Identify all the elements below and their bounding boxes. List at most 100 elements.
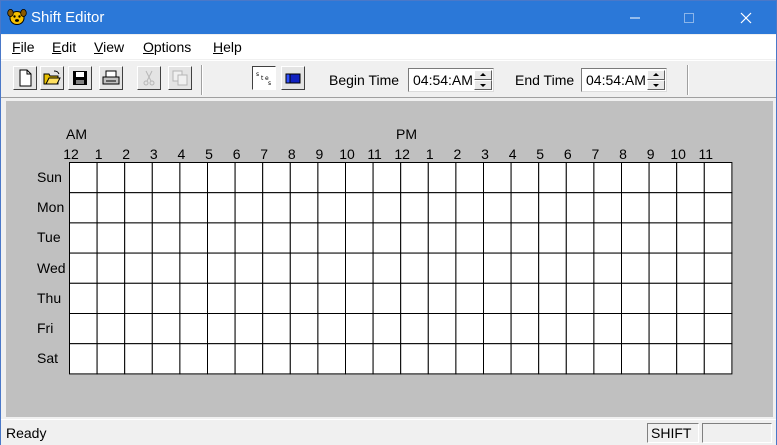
schedule-cell[interactable] [593, 192, 623, 224]
schedule-cell[interactable] [565, 192, 595, 224]
schedule-cell[interactable] [289, 282, 319, 315]
schedule-cell[interactable] [124, 192, 153, 224]
schedule-cell[interactable] [345, 282, 374, 315]
schedule-cell[interactable] [179, 343, 209, 375]
schedule-cell[interactable] [69, 343, 98, 375]
schedule-cell[interactable] [648, 282, 678, 315]
schedule-cell[interactable] [538, 282, 567, 315]
schedule-cell[interactable] [565, 162, 595, 194]
schedule-cell[interactable] [455, 192, 484, 224]
schedule-cell[interactable] [427, 343, 457, 375]
schedule-cell[interactable] [593, 343, 623, 375]
schedule-grid[interactable] [69, 162, 733, 375]
schedule-cell[interactable] [538, 222, 567, 254]
close-button[interactable] [723, 1, 769, 34]
schedule-cell[interactable] [372, 192, 402, 224]
schedule-cell[interactable] [593, 222, 623, 254]
schedule-cell[interactable] [207, 222, 236, 254]
schedule-cell[interactable] [703, 313, 733, 345]
menu-options[interactable]: Options [143, 39, 191, 55]
schedule-cell[interactable] [703, 192, 733, 224]
schedule-cell[interactable] [483, 192, 512, 224]
schedule-cell[interactable] [345, 162, 374, 194]
schedule-cell[interactable] [317, 192, 346, 224]
schedule-cell[interactable] [262, 192, 291, 224]
schedule-cell[interactable] [676, 222, 705, 254]
schedule-cell[interactable] [262, 343, 291, 375]
begin-time-field[interactable]: 04:54:AM [408, 68, 494, 92]
schedule-cell[interactable] [455, 282, 484, 315]
step-mode-button[interactable]: stes [252, 66, 276, 90]
maximize-button[interactable] [666, 1, 712, 34]
schedule-cell[interactable] [703, 222, 733, 254]
schedule-cell[interactable] [510, 343, 540, 375]
schedule-cell[interactable] [345, 252, 374, 284]
schedule-cell[interactable] [372, 162, 402, 194]
schedule-cell[interactable] [455, 313, 484, 345]
schedule-cell[interactable] [317, 343, 346, 375]
schedule-cell[interactable] [510, 313, 540, 345]
schedule-cell[interactable] [234, 252, 264, 284]
schedule-cell[interactable] [510, 222, 540, 254]
schedule-cell[interactable] [455, 222, 484, 254]
end-time-field[interactable]: 04:54:AM [581, 68, 667, 92]
schedule-cell[interactable] [400, 282, 429, 315]
schedule-cell[interactable] [179, 313, 209, 345]
schedule-cell[interactable] [179, 282, 209, 315]
save-button[interactable] [68, 66, 92, 90]
schedule-cell[interactable] [317, 313, 346, 345]
schedule-cell[interactable] [483, 282, 512, 315]
schedule-cell[interactable] [124, 282, 153, 315]
schedule-cell[interactable] [289, 162, 319, 194]
schedule-cell[interactable] [648, 222, 678, 254]
schedule-cell[interactable] [565, 343, 595, 375]
schedule-cell[interactable] [69, 222, 98, 254]
schedule-cell[interactable] [400, 162, 429, 194]
schedule-cell[interactable] [676, 162, 705, 194]
schedule-cell[interactable] [538, 252, 567, 284]
begin-time-spinner[interactable] [474, 70, 492, 90]
schedule-cell[interactable] [234, 343, 264, 375]
schedule-cell[interactable] [207, 162, 236, 194]
print-button[interactable] [99, 66, 123, 90]
schedule-cell[interactable] [96, 252, 126, 284]
schedule-cell[interactable] [317, 222, 346, 254]
schedule-cell[interactable] [565, 313, 595, 345]
schedule-cell[interactable] [69, 313, 98, 345]
schedule-cell[interactable] [345, 222, 374, 254]
schedule-cell[interactable] [317, 252, 346, 284]
schedule-cell[interactable] [427, 252, 457, 284]
title-bar[interactable]: Shift Editor [1, 1, 776, 34]
schedule-cell[interactable] [593, 282, 623, 315]
schedule-cell[interactable] [345, 192, 374, 224]
schedule-cell[interactable] [483, 343, 512, 375]
schedule-cell[interactable] [289, 313, 319, 345]
menu-help[interactable]: Help [213, 39, 242, 55]
menu-file[interactable]: File [12, 39, 35, 55]
schedule-cell[interactable] [510, 282, 540, 315]
end-time-spinner[interactable] [647, 70, 665, 90]
schedule-cell[interactable] [510, 192, 540, 224]
schedule-cell[interactable] [207, 252, 236, 284]
schedule-cell[interactable] [151, 313, 181, 345]
schedule-cell[interactable] [621, 252, 650, 284]
schedule-cell[interactable] [483, 313, 512, 345]
schedule-cell[interactable] [455, 252, 484, 284]
open-button[interactable] [40, 66, 64, 90]
schedule-cell[interactable] [621, 343, 650, 375]
schedule-cell[interactable] [648, 313, 678, 345]
schedule-cell[interactable] [648, 252, 678, 284]
menu-edit[interactable]: Edit [52, 39, 76, 55]
schedule-cell[interactable] [234, 162, 264, 194]
schedule-cell[interactable] [151, 192, 181, 224]
schedule-cell[interactable] [676, 282, 705, 315]
schedule-cell[interactable] [69, 192, 98, 224]
spin-up-icon[interactable] [647, 70, 665, 80]
schedule-cell[interactable] [372, 252, 402, 284]
schedule-cell[interactable] [179, 252, 209, 284]
schedule-cell[interactable] [400, 343, 429, 375]
schedule-cell[interactable] [621, 222, 650, 254]
schedule-cell[interactable] [179, 222, 209, 254]
schedule-cell[interactable] [372, 222, 402, 254]
schedule-cell[interactable] [676, 343, 705, 375]
